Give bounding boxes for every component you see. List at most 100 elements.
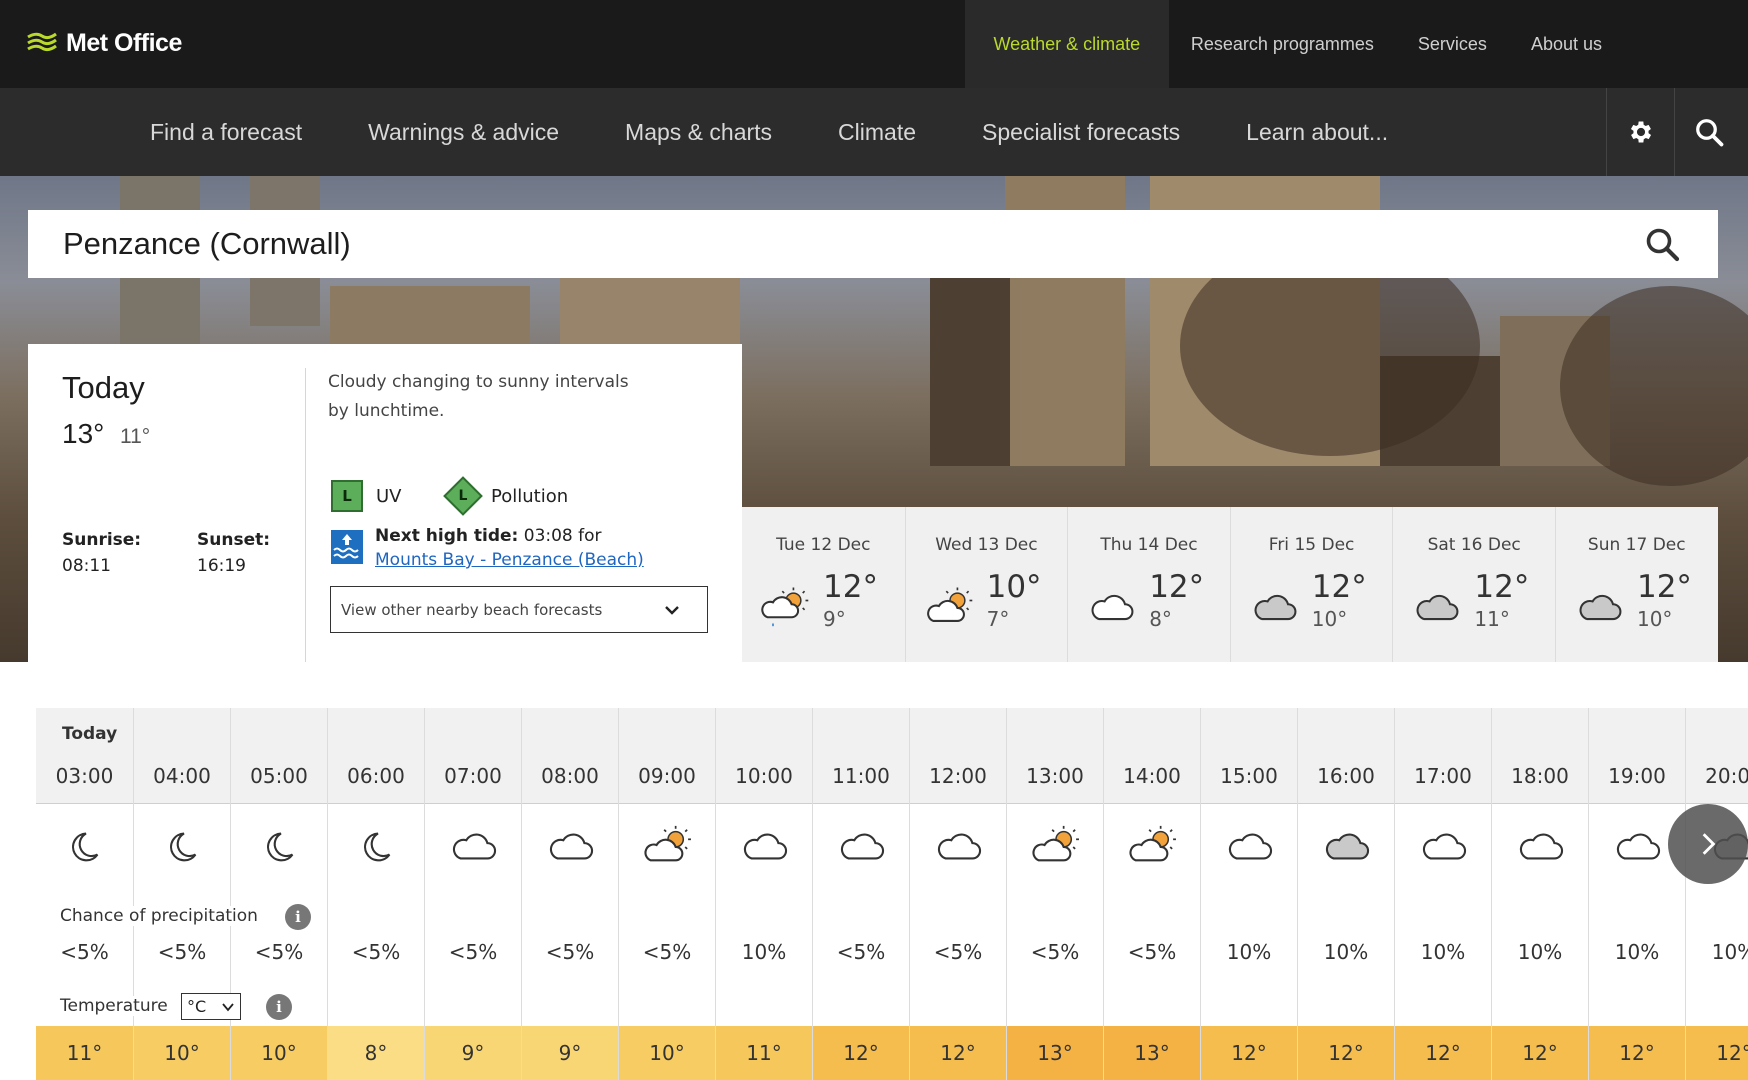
next-hours-button[interactable] bbox=[1668, 804, 1748, 884]
nav-climate[interactable]: Climate bbox=[805, 88, 949, 176]
cloud-icon bbox=[1422, 833, 1467, 860]
gear-icon bbox=[1630, 121, 1651, 143]
hour-temperature: 9° bbox=[425, 1026, 521, 1080]
hour-temperature: 12° bbox=[1589, 1026, 1685, 1080]
nearby-beach-select[interactable]: View other nearby beach forecasts bbox=[330, 586, 708, 633]
sun-cloud-icon bbox=[1129, 825, 1176, 862]
top-nav: Weather & climate Research programmes Se… bbox=[964, 0, 1748, 88]
hourly-forecast-table: Today 03:00 <5% 11° 04:00 <5% 10° 05:00 <5% 10° 0… bbox=[36, 708, 1748, 1080]
tide-time: 03:08 for bbox=[523, 526, 602, 546]
hour-precip-chance: 10% bbox=[1420, 940, 1466, 964]
nav-specialist[interactable]: Specialist forecasts bbox=[949, 88, 1213, 176]
main-nav: Find a forecast Warnings & advice Maps &… bbox=[0, 88, 1748, 176]
day-name: Sun 17 Dec bbox=[1587, 535, 1686, 555]
hour-precip-chance: <5% bbox=[448, 940, 498, 964]
nearby-beach-select-label: View other nearby beach forecasts bbox=[341, 600, 603, 619]
day-tab[interactable]: Tue 12 Dec 12° 9° bbox=[742, 507, 905, 662]
hour-precip-chance: <5% bbox=[351, 940, 401, 964]
day-tab[interactable]: Fri 15 Dec 12° 10° bbox=[1229, 507, 1393, 662]
nav-learn[interactable]: Learn about... bbox=[1213, 88, 1421, 176]
hour-column: 04:00 <5% 10° bbox=[133, 708, 230, 1080]
hour-time: 17:00 bbox=[1414, 764, 1472, 788]
day-name: Sat 16 Dec bbox=[1427, 535, 1521, 555]
sunrise-label: Sunrise: bbox=[62, 530, 142, 550]
day-high-temp: 12° bbox=[1149, 569, 1205, 605]
settings-button[interactable] bbox=[1606, 88, 1674, 176]
hour-temperature: 12° bbox=[1395, 1026, 1491, 1080]
day-tab[interactable]: Sat 16 Dec 12° 11° bbox=[1392, 507, 1555, 662]
hour-time: 10:00 bbox=[735, 764, 793, 788]
moon-icon bbox=[72, 832, 99, 862]
hour-precip-chance: <5% bbox=[1127, 940, 1177, 964]
hour-temperature: 10° bbox=[134, 1026, 230, 1080]
pollution-label: Pollution bbox=[491, 486, 569, 507]
day-tab[interactable]: Wed 13 Dec 10° 7° bbox=[904, 507, 1068, 662]
day-high-temp: 12° bbox=[1474, 569, 1530, 605]
location-search-bar[interactable]: Penzance (Cornwall) bbox=[28, 210, 1718, 278]
hour-precip-chance: 10% bbox=[1614, 940, 1660, 964]
hour-time: 13:00 bbox=[1026, 764, 1084, 788]
hour-precip-chance: <5% bbox=[836, 940, 886, 964]
met-office-logo-icon bbox=[27, 32, 57, 52]
uv-badge[interactable]: L bbox=[331, 480, 363, 512]
hour-precip-chance: 10% bbox=[1711, 940, 1748, 964]
met-office-logo[interactable]: Met Office bbox=[26, 26, 182, 60]
hour-column: 15:00 10% 12° bbox=[1200, 708, 1297, 1080]
day-low-temp: 9° bbox=[823, 607, 846, 631]
hour-temperature: 13° bbox=[1007, 1026, 1103, 1080]
hour-time: 15:00 bbox=[1220, 764, 1278, 788]
temperature-unit-select[interactable]: °C bbox=[181, 993, 241, 1020]
day-name: Tue 12 Dec bbox=[776, 535, 871, 555]
top-nav-weather-climate[interactable]: Weather & climate bbox=[964, 0, 1169, 88]
hour-temperature: 13° bbox=[1104, 1026, 1200, 1080]
hour-column: 08:00 <5% 9° bbox=[521, 708, 618, 1080]
hour-precip-chance: <5% bbox=[254, 940, 304, 964]
pollution-badge: L bbox=[458, 488, 468, 504]
cloud-icon bbox=[1091, 594, 1134, 621]
chevron-right-icon bbox=[1702, 833, 1716, 855]
nav-maps-charts[interactable]: Maps & charts bbox=[592, 88, 805, 176]
card-divider bbox=[305, 368, 306, 662]
day-high-temp: 12° bbox=[1311, 569, 1367, 605]
cloud-icon bbox=[452, 833, 497, 860]
search-icon[interactable] bbox=[1644, 226, 1680, 262]
temperature-info-icon[interactable]: i bbox=[266, 994, 292, 1020]
top-nav-about[interactable]: About us bbox=[1509, 0, 1748, 88]
day-low-temp: 11° bbox=[1474, 607, 1510, 631]
hour-time: 09:00 bbox=[638, 764, 696, 788]
sun-cloud-icon bbox=[1032, 825, 1079, 862]
day-name: Wed 13 Dec bbox=[935, 535, 1038, 555]
grey-cloud-icon bbox=[1254, 594, 1297, 621]
location-search-input[interactable]: Penzance (Cornwall) bbox=[63, 226, 351, 262]
hour-temperature: 12° bbox=[1686, 1026, 1748, 1080]
day-high-temp: 10° bbox=[986, 569, 1042, 605]
nav-warnings[interactable]: Warnings & advice bbox=[335, 88, 592, 176]
hour-time: 03:00 bbox=[55, 764, 114, 788]
cloud-icon bbox=[1519, 833, 1564, 860]
hour-column: 06:00 <5% 8° bbox=[327, 708, 424, 1080]
cloud-icon bbox=[1228, 833, 1273, 860]
day-tab[interactable]: Sun 17 Dec 12° 10° bbox=[1554, 507, 1718, 662]
hour-column: 10:00 10% 11° bbox=[715, 708, 812, 1080]
hour-temperature: 9° bbox=[522, 1026, 618, 1080]
precip-info-icon[interactable]: i bbox=[285, 904, 311, 930]
hour-time: 14:00 bbox=[1123, 764, 1181, 788]
hour-precip-chance: 10% bbox=[1323, 940, 1369, 964]
top-nav-services[interactable]: Services bbox=[1396, 0, 1509, 88]
hour-temperature: 12° bbox=[910, 1026, 1006, 1080]
hour-precip-chance: <5% bbox=[642, 940, 692, 964]
nav-find-forecast[interactable]: Find a forecast bbox=[117, 88, 335, 176]
tide-location-link[interactable]: Mounts Bay - Penzance (Beach) bbox=[375, 550, 644, 570]
chevron-down-icon bbox=[222, 1003, 234, 1012]
hour-column: 05:00 <5% 10° bbox=[230, 708, 327, 1080]
hour-column: 11:00 <5% 12° bbox=[812, 708, 909, 1080]
brand-name: Met Office bbox=[66, 28, 182, 57]
top-nav-research[interactable]: Research programmes bbox=[1169, 0, 1396, 88]
today-label: Today bbox=[62, 370, 145, 405]
today-high-temp: 13° bbox=[62, 418, 105, 449]
sun-cloud-icon bbox=[644, 825, 691, 862]
nav-search-button[interactable] bbox=[1674, 88, 1742, 176]
hour-time: 19:00 bbox=[1608, 764, 1666, 788]
day-tab[interactable]: Thu 14 Dec 12° 8° bbox=[1067, 507, 1230, 662]
day-low-temp: 10° bbox=[1311, 607, 1348, 631]
